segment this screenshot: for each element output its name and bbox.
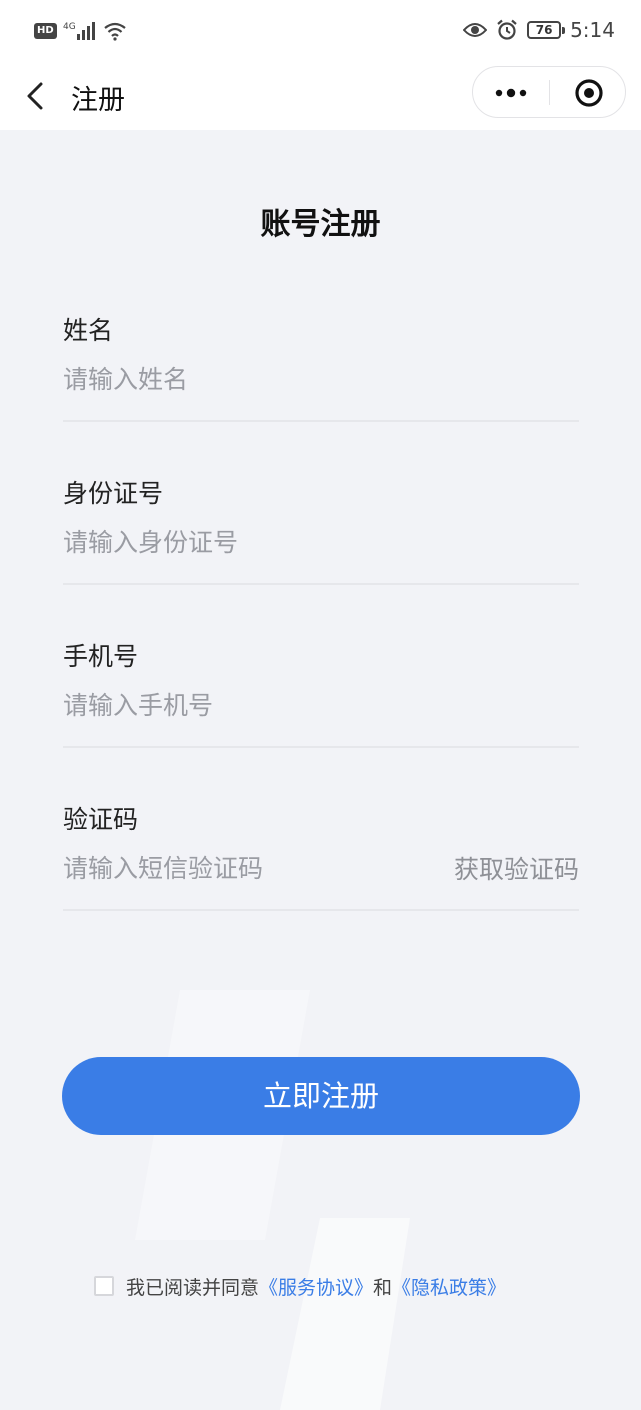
phone-field-group: 手机号 <box>63 639 579 748</box>
service-agreement-link[interactable]: 《服务协议》 <box>259 1273 373 1300</box>
close-target-icon <box>575 79 603 107</box>
signal-icon: 4G <box>63 22 95 40</box>
alarm-icon <box>497 19 517 40</box>
back-arrow-icon <box>27 82 43 110</box>
get-code-button[interactable]: 获取验证码 <box>454 850 579 886</box>
battery-icon: 76 <box>527 21 566 39</box>
phone-label: 手机号 <box>63 642 139 671</box>
id-number-label: 身份证号 <box>63 479 164 508</box>
page-title: 账号注册 <box>260 207 381 242</box>
more-dots-icon <box>495 88 527 98</box>
name-label: 姓名 <box>63 316 114 345</box>
register-button[interactable]: 立即注册 <box>62 1057 580 1135</box>
status-bar: HD 4G 76 5:14 <box>0 0 641 64</box>
name-input[interactable] <box>63 357 423 401</box>
privacy-policy-link[interactable]: 《隐私政策》 <box>392 1273 506 1300</box>
id-number-field-group: 身份证号 <box>63 476 579 585</box>
phone-input[interactable] <box>63 683 423 727</box>
code-input[interactable] <box>63 846 423 890</box>
phone-divider <box>63 746 579 748</box>
name-field-group: 姓名 <box>63 313 579 422</box>
nav-title: 注册 <box>71 85 125 116</box>
code-label: 验证码 <box>63 805 139 834</box>
code-divider <box>63 909 579 911</box>
agreement-row: 我已阅读并同意 《服务协议》 和 《隐私政策》 <box>94 1272 506 1300</box>
id-number-divider <box>63 583 579 585</box>
wifi-icon <box>103 22 126 41</box>
capsule-menu <box>472 66 626 118</box>
status-left: HD 4G <box>34 20 127 42</box>
network-type-label: 4G <box>63 22 76 32</box>
more-button[interactable] <box>473 67 549 117</box>
hd-badge: HD <box>34 23 57 39</box>
status-time: 5:14 <box>570 18 615 42</box>
name-divider <box>63 420 579 422</box>
agreement-checkbox[interactable] <box>94 1276 114 1296</box>
battery-level: 76 <box>535 23 553 37</box>
code-field-group: 验证码 获取验证码 <box>63 802 579 911</box>
nav-bar: 注册 <box>0 64 641 130</box>
agreement-prefix: 我已阅读并同意 <box>126 1276 260 1299</box>
id-number-input[interactable] <box>63 520 423 564</box>
close-miniprogram-button[interactable] <box>550 67 626 117</box>
back-button[interactable] <box>18 76 58 116</box>
eye-icon <box>463 23 488 37</box>
status-right: 76 5:14 <box>463 18 615 42</box>
agreement-conjunction: 和 <box>373 1276 393 1299</box>
